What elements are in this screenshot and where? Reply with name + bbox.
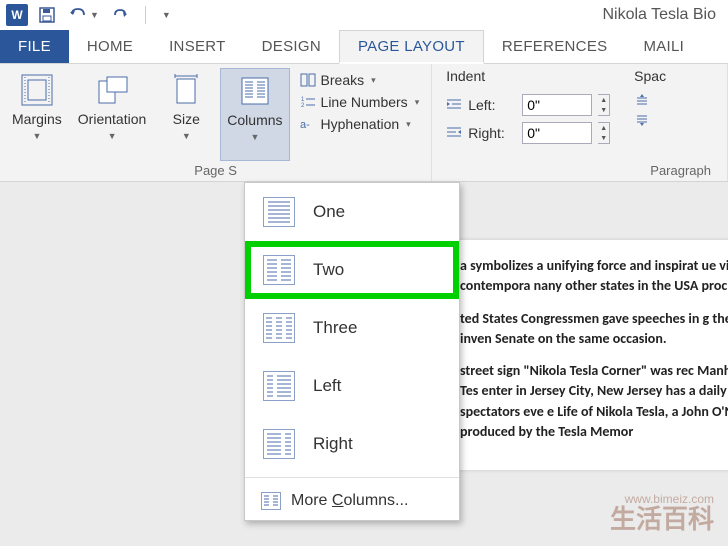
breaks-button[interactable]: Breaks ▾ — [294, 70, 426, 90]
columns-option-two[interactable]: Two — [245, 241, 459, 299]
quick-access-toolbar: ▼ ▼ — [38, 6, 171, 24]
line-numbers-button[interactable]: 12 Line Numbers ▾ — [294, 92, 426, 112]
tab-home[interactable]: HOME — [69, 30, 151, 63]
columns-option-label: One — [313, 202, 345, 222]
columns-one-icon — [263, 197, 295, 227]
indent-left-label: Left: — [468, 97, 516, 113]
hyphenation-button[interactable]: a- Hyphenation ▾ — [294, 114, 426, 134]
ribbon: Margins ▼ Orientation ▼ Size ▼ — [0, 64, 728, 182]
columns-label: Columns — [227, 113, 282, 128]
columns-two-icon — [263, 255, 295, 285]
columns-option-label: Three — [313, 318, 357, 338]
paragraph-group-label: Paragraph — [438, 161, 721, 181]
indent-title: Indent — [446, 68, 610, 84]
orientation-button[interactable]: Orientation ▼ — [72, 68, 152, 161]
hyphenation-icon: a- — [300, 116, 316, 132]
columns-right-icon — [263, 429, 295, 459]
breaks-icon — [300, 72, 316, 88]
columns-option-label: Two — [313, 260, 344, 280]
size-label: Size — [173, 112, 200, 127]
chevron-down-icon: ▼ — [250, 132, 259, 142]
menu-separator — [245, 477, 459, 478]
chevron-down-icon: ▾ — [415, 97, 420, 108]
spinner-down-icon[interactable]: ▼ — [598, 105, 609, 115]
columns-option-right[interactable]: Right — [245, 415, 459, 473]
ribbon-tabs: FILE HOME INSERT DESIGN PAGE LAYOUT REFE… — [0, 30, 728, 64]
save-icon[interactable] — [38, 6, 56, 24]
page-setup-group-label: Page S — [6, 161, 425, 181]
spacing-after-row — [634, 114, 666, 128]
columns-option-label: Right — [313, 434, 353, 454]
document-page[interactable]: a symbolizes a unifying force and inspir… — [440, 240, 728, 470]
columns-left-icon — [263, 371, 295, 401]
chevron-down-icon: ▾ — [406, 119, 411, 130]
hyphenation-label: Hyphenation — [321, 116, 400, 132]
tab-insert[interactable]: INSERT — [151, 30, 244, 63]
columns-option-left[interactable]: Left — [245, 357, 459, 415]
spacing-after-icon — [634, 114, 650, 128]
size-button[interactable]: Size ▼ — [156, 68, 216, 161]
indent-left-input[interactable] — [522, 94, 592, 116]
spacing-before-icon — [634, 94, 650, 108]
tab-page-layout[interactable]: PAGE LAYOUT — [339, 30, 484, 64]
spinner-up-icon[interactable]: ▲ — [598, 123, 609, 133]
indent-right-input[interactable] — [522, 122, 592, 144]
tab-mailings[interactable]: MAILI — [625, 30, 702, 63]
columns-three-icon — [263, 313, 295, 343]
columns-option-label: Left — [313, 376, 341, 396]
size-icon — [168, 72, 204, 108]
svg-text:2: 2 — [301, 103, 305, 109]
indent-right-label: Right: — [468, 125, 516, 141]
orientation-icon — [94, 72, 130, 108]
line-numbers-label: Line Numbers — [321, 94, 408, 110]
indent-right-spinner[interactable]: ▲▼ — [598, 122, 610, 144]
orientation-label: Orientation — [78, 112, 146, 127]
indent-left-icon — [446, 98, 462, 112]
more-columns-item[interactable]: More Columns... — [245, 482, 459, 520]
chevron-down-icon: ▼ — [32, 131, 41, 141]
indent-right-icon — [446, 126, 462, 140]
columns-icon — [237, 73, 273, 109]
spinner-down-icon[interactable]: ▼ — [598, 133, 609, 143]
chevron-down-icon: ▼ — [182, 131, 191, 141]
more-columns-icon — [261, 492, 281, 510]
tab-design[interactable]: DESIGN — [244, 30, 339, 63]
columns-option-one[interactable]: One — [245, 183, 459, 241]
ribbon-group-page-setup: Margins ▼ Orientation ▼ Size ▼ — [0, 64, 432, 181]
tab-references[interactable]: REFERENCES — [484, 30, 626, 63]
columns-dropdown-menu: One Two Three Left Right More Columns... — [244, 182, 460, 521]
line-numbers-icon: 12 — [300, 94, 316, 110]
document-paragraph: a symbolizes a unifying force and inspir… — [460, 256, 728, 297]
spinner-up-icon[interactable]: ▲ — [598, 95, 609, 105]
document-paragraph: street sign "Nikola Tesla Corner" was re… — [460, 361, 728, 442]
svg-text:a-: a- — [300, 119, 310, 131]
document-title: Nikola Tesla Bio — [602, 6, 722, 24]
more-columns-label: More Columns... — [291, 492, 408, 510]
spacing-before-row — [634, 94, 666, 108]
title-bar: W ▼ ▼ Nikola Tesla Bio — [0, 0, 728, 30]
document-paragraph: ted States Congressmen gave speeches in … — [460, 309, 728, 350]
margins-icon — [19, 72, 55, 108]
indent-left-row: Left: ▲▼ — [446, 94, 610, 116]
undo-dropdown-icon[interactable]: ▼ — [90, 10, 99, 20]
margins-button[interactable]: Margins ▼ — [6, 68, 68, 161]
redo-icon[interactable] — [111, 6, 129, 24]
columns-option-three[interactable]: Three — [245, 299, 459, 357]
breaks-label: Breaks — [321, 72, 365, 88]
ribbon-group-paragraph: Indent Left: ▲▼ Right: ▲▼ — [432, 64, 728, 181]
tab-file[interactable]: FILE — [0, 30, 69, 63]
qat-customize-icon[interactable]: ▼ — [162, 10, 171, 20]
undo-icon[interactable] — [68, 6, 86, 24]
margins-label: Margins — [12, 112, 62, 127]
qat-separator — [145, 6, 146, 24]
indent-left-spinner[interactable]: ▲▼ — [598, 94, 610, 116]
spacing-title: Spac — [634, 68, 666, 84]
columns-button[interactable]: Columns ▼ — [220, 68, 289, 161]
word-app-icon: W — [6, 4, 28, 26]
chevron-down-icon: ▾ — [371, 75, 376, 86]
chevron-down-icon: ▼ — [108, 131, 117, 141]
page-setup-small-buttons: Breaks ▾ 12 Line Numbers ▾ a- Hyphenatio… — [294, 68, 426, 161]
indent-right-row: Right: ▲▼ — [446, 122, 610, 144]
